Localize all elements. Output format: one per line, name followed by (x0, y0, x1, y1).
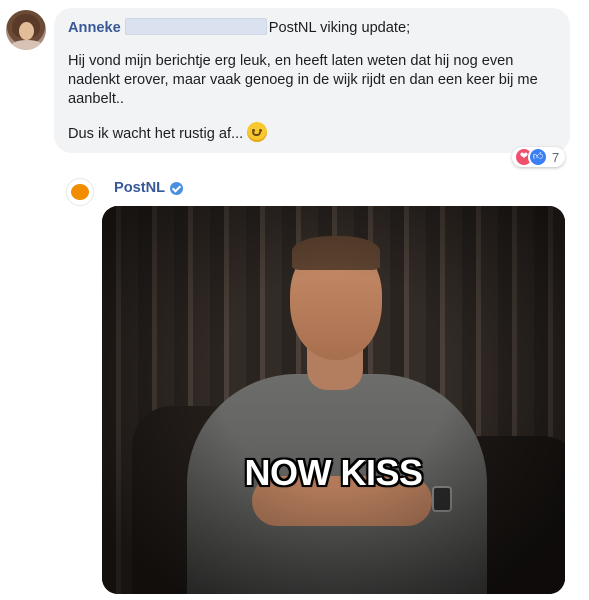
like-reaction-icon: 👍︎ (528, 147, 548, 167)
smiling-face-emoji-icon (247, 122, 268, 142)
reply-author-name[interactable]: PostNL (114, 180, 165, 196)
comment-bubble: Anneke PostNL viking update; Hij vond mij… (54, 8, 570, 153)
comment-paragraph-2-text: Dus ik wacht het rustig af... (68, 126, 244, 142)
avatar-body (10, 40, 44, 50)
reply-gif-image[interactable]: NOW KISS (102, 206, 565, 594)
reactions-summary[interactable]: ❤ 👍︎ 7 (512, 147, 566, 167)
comment-paragraph-2: Dus ik wacht het rustig af... (68, 122, 556, 144)
reaction-count: 7 (552, 149, 560, 165)
comment-first-line: Anneke PostNL viking update; (68, 18, 556, 38)
postnl-avatar[interactable] (66, 178, 94, 206)
redacted-name-block (124, 18, 267, 35)
commenter-avatar[interactable] (6, 10, 46, 50)
gif-caption: NOW KISS (244, 452, 423, 493)
comment-first-line-text: PostNL viking update; (268, 20, 411, 36)
verified-badge-icon (170, 181, 184, 195)
comment-author-name[interactable]: Anneke (68, 20, 121, 36)
postnl-logo-icon (71, 184, 89, 200)
avatar-face (19, 22, 34, 40)
gif-vignette (102, 206, 565, 594)
comment-paragraph-1: Hij vond mijn berichtje erg leuk, en hee… (68, 53, 538, 107)
reply-author: PostNL (114, 180, 184, 196)
